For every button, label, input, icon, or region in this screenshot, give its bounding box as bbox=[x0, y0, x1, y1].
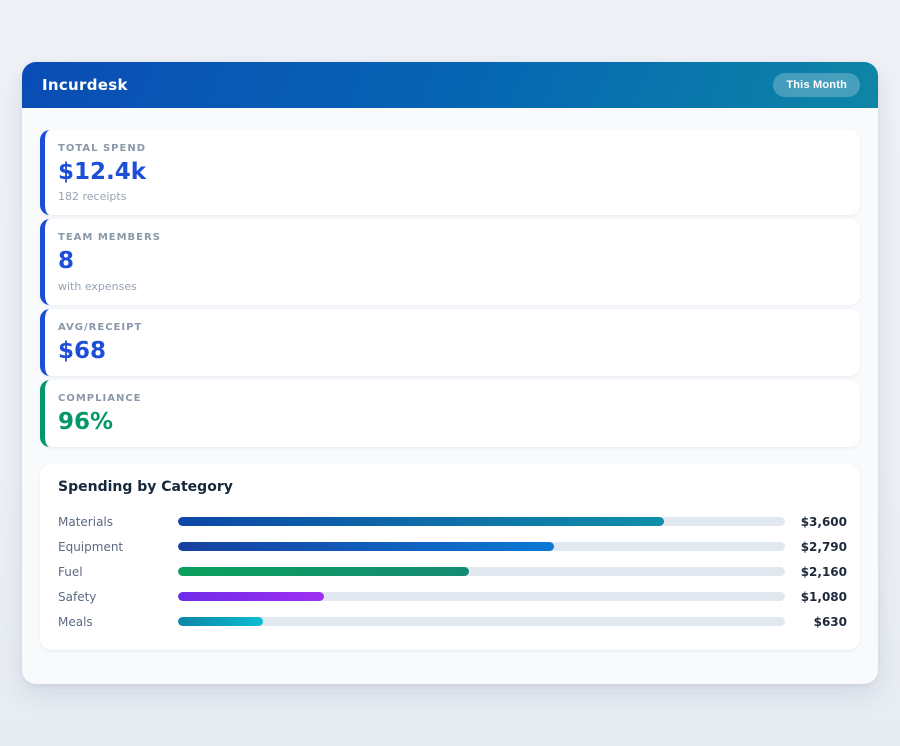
app-header: Incurdesk This Month bbox=[22, 62, 878, 108]
chart-title: Spending by Category bbox=[58, 479, 233, 496]
stat-value: 8 bbox=[58, 248, 75, 275]
category-label: Equipment bbox=[58, 539, 124, 554]
stat-label: TOTAL SPEND bbox=[58, 143, 146, 154]
category-value: $2,160 bbox=[800, 564, 847, 579]
bar-fill bbox=[178, 617, 263, 627]
bar-track bbox=[178, 592, 785, 602]
category-label: Safety bbox=[58, 589, 97, 604]
stat-sub: 182 receipts bbox=[58, 190, 127, 204]
stat-value: $68 bbox=[58, 337, 107, 364]
chart-row-equipment: Equipment $2,790 bbox=[58, 534, 847, 559]
spending-chart-card: Spending by Category Materials $3,600 Eq… bbox=[40, 464, 860, 651]
stat-card-team-members: TEAM MEMBERS 8 with expenses bbox=[40, 219, 860, 305]
app-title: Incurdesk bbox=[42, 76, 128, 94]
bar-track bbox=[178, 542, 785, 552]
chart-row-safety: Safety $1,080 bbox=[58, 584, 847, 609]
stat-sub: with expenses bbox=[58, 279, 137, 293]
bar-fill bbox=[178, 517, 664, 527]
stat-label: COMPLIANCE bbox=[58, 392, 142, 404]
chart-row-materials: Materials $3,600 bbox=[58, 509, 847, 534]
category-label: Materials bbox=[58, 514, 114, 529]
stat-value: $12.4k bbox=[58, 159, 147, 185]
bar-fill bbox=[178, 542, 555, 552]
period-badge[interactable]: This Month bbox=[773, 73, 860, 97]
bar-track bbox=[178, 517, 785, 527]
dashboard-container: Incurdesk This Month TOTAL SPEND $12.4k … bbox=[22, 62, 878, 684]
category-label: Meals bbox=[58, 614, 93, 629]
stat-card-total-spend: TOTAL SPEND $12.4k 182 receipts bbox=[40, 130, 860, 216]
chart-row-meals: Meals $630 bbox=[58, 609, 847, 634]
category-value: $630 bbox=[813, 614, 847, 629]
category-value: $3,600 bbox=[800, 514, 847, 529]
stat-label: AVG/RECEIPT bbox=[58, 321, 143, 333]
stat-card-avg-receipt: AVG/RECEIPT $68 bbox=[40, 308, 860, 376]
stat-label: TEAM MEMBERS bbox=[58, 232, 161, 244]
chart-row-fuel: Fuel $2,160 bbox=[58, 559, 847, 584]
chart-rows: Materials $3,600 Equipment $2,790 Fuel $… bbox=[58, 509, 847, 634]
category-value: $2,790 bbox=[800, 539, 847, 554]
dashboard-content: TOTAL SPEND $12.4k 182 receipts TEAM MEM… bbox=[22, 108, 878, 651]
category-label: Fuel bbox=[58, 564, 83, 579]
stats-list: TOTAL SPEND $12.4k 182 receipts TEAM MEM… bbox=[40, 130, 860, 448]
category-value: $1,080 bbox=[800, 589, 847, 604]
stat-card-compliance: COMPLIANCE 96% bbox=[40, 379, 860, 448]
bar-track bbox=[178, 617, 785, 627]
stat-value: 96% bbox=[58, 408, 114, 435]
bar-track bbox=[178, 567, 785, 577]
bar-fill bbox=[178, 567, 470, 577]
bar-fill bbox=[178, 592, 324, 602]
